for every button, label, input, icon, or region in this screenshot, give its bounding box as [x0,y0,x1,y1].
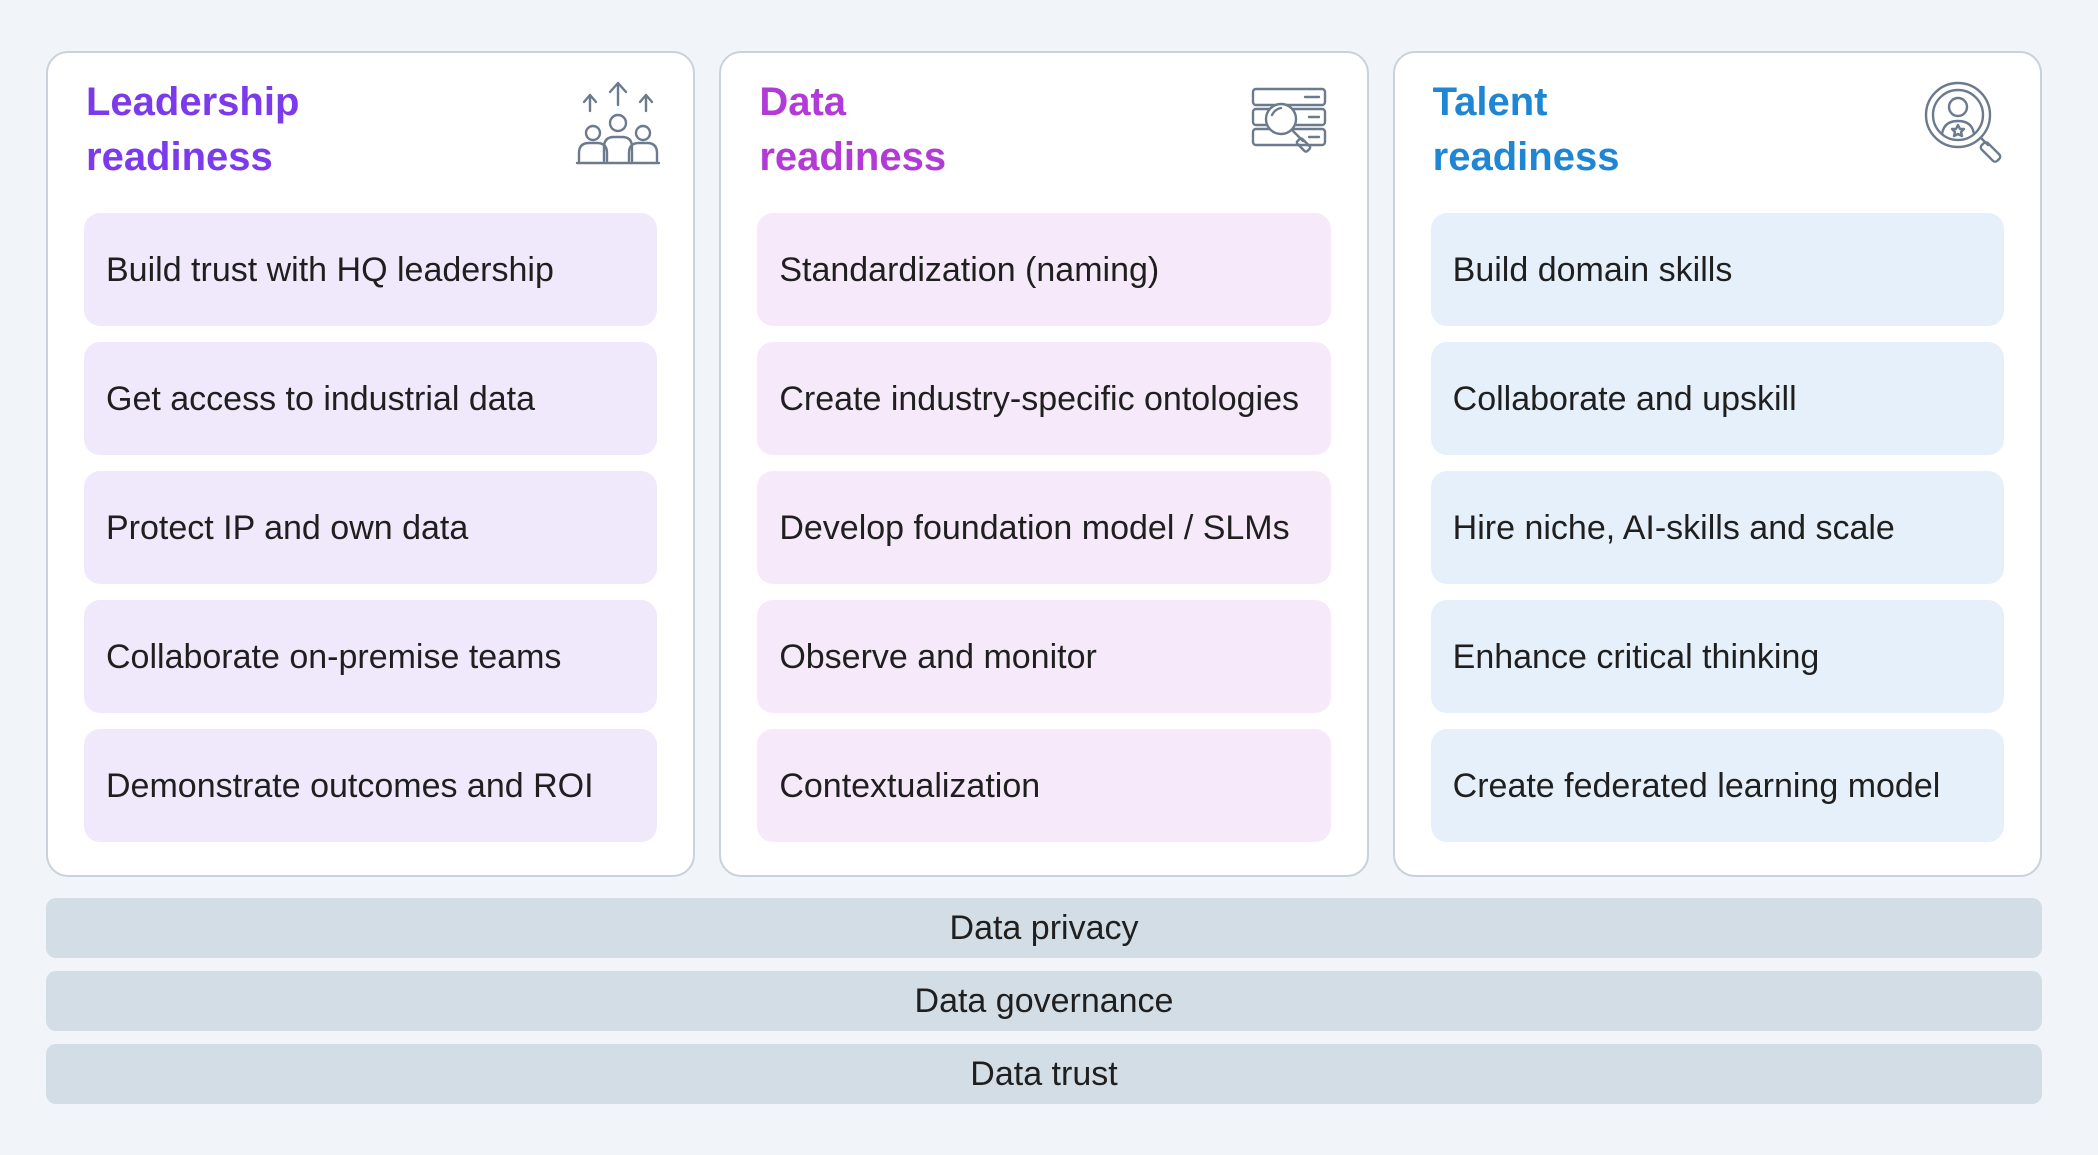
readiness-columns: Leadership readiness Build trust with HQ… [46,51,2042,877]
foundation-bar-privacy: Data privacy [46,898,2042,958]
list-item: Hire niche, AI-skills and scale [1430,471,2004,584]
list-item: Standardization (naming) [757,213,1331,326]
team-growth-icon [575,79,661,165]
item-list: Build domain skills Collaborate and upsk… [1430,213,2004,842]
list-item: Build domain skills [1430,213,2004,326]
list-item: Develop foundation model / SLMs [757,471,1331,584]
card-title: Leadership readiness [86,80,300,179]
talent-search-icon [1922,79,2008,165]
card-title: Talent readiness [1432,80,1620,179]
list-item: Get access to industrial data [84,342,658,455]
foundation-bar-trust: Data trust [46,1044,2042,1104]
list-item: Create federated learning model [1430,729,2004,842]
list-item: Protect IP and own data [84,471,658,584]
list-item: Enhance critical thinking [1430,600,2004,713]
foundation-layers: Data privacy Data governance Data trust [46,898,2042,1117]
card-title: Data readiness [759,80,947,179]
list-item: Collaborate and upskill [1430,342,2004,455]
card-leadership: Leadership readiness Build trust with HQ… [46,51,696,877]
list-item: Collaborate on-premise teams [84,600,658,713]
data-search-icon [1249,79,1335,165]
list-item: Build trust with HQ leadership [84,213,658,326]
card-data: Data readiness Standardization (naming) … [719,51,1369,877]
list-item: Contextualization [757,729,1331,842]
list-item: Observe and monitor [757,600,1331,713]
card-talent: Talent readiness Build domain skills Col… [1392,51,2042,877]
list-item: Demonstrate outcomes and ROI [84,729,658,842]
item-list: Standardization (naming) Create industry… [757,213,1331,842]
item-list: Build trust with HQ leadership Get acces… [84,213,658,842]
foundation-bar-governance: Data governance [46,971,2042,1031]
list-item: Create industry-specific ontologies [757,342,1331,455]
